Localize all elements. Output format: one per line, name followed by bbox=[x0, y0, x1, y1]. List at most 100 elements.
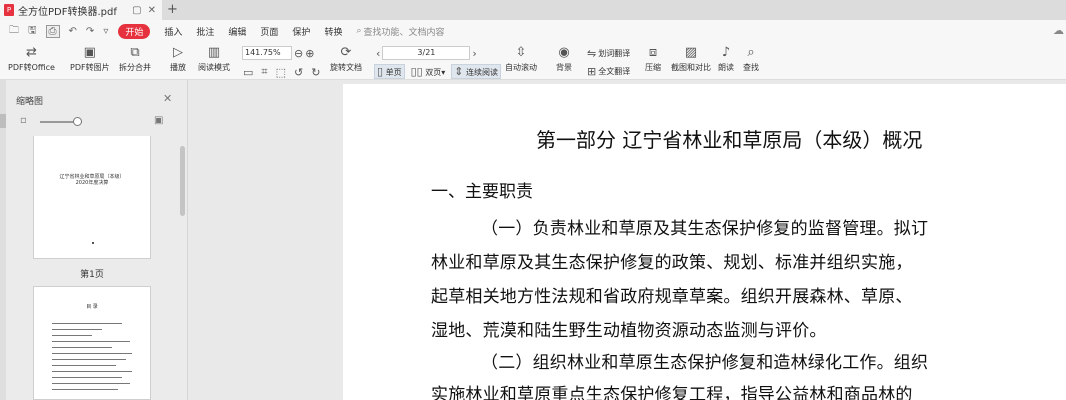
pdf-to-image-label: PDF转图片 bbox=[70, 63, 110, 72]
menu-page[interactable]: 页面 bbox=[260, 25, 278, 38]
slider-knob[interactable] bbox=[73, 117, 82, 126]
pdf-to-office-button[interactable]: ⇄ PDF转Office bbox=[8, 44, 55, 73]
start-menu-button[interactable]: 开始 bbox=[118, 23, 151, 39]
eye-icon: ◉ bbox=[558, 44, 570, 60]
menu-annotate[interactable]: 批注 bbox=[196, 25, 214, 38]
read-aloud-icon: ♪ bbox=[721, 44, 731, 60]
search-placeholder: 查找功能、文档内容 bbox=[363, 27, 445, 38]
small-image-icon: ▫ bbox=[20, 115, 27, 126]
side-strip bbox=[0, 80, 6, 400]
screenshot-compare-label: 截图和对比 bbox=[671, 63, 711, 72]
full-translate-button[interactable]: ⊞ 全文翻译 bbox=[587, 65, 630, 78]
zoom-input[interactable]: 141.75% bbox=[242, 46, 292, 60]
rotate-doc-label: 旋转文档 bbox=[330, 63, 362, 72]
toc-line bbox=[52, 329, 102, 330]
screenshot-compare-button[interactable]: ▨ 截图和对比 bbox=[671, 44, 711, 73]
restore-icon[interactable]: ▢ bbox=[132, 5, 141, 16]
thumbnail-size-slider[interactable]: ▫ ▣ bbox=[20, 115, 168, 129]
toolbar: ⇄ PDF转Office ▣ PDF转图片 ⧉ 拆分合并 ▷ 播放 ▥ 阅读模式… bbox=[0, 42, 1066, 80]
rotate-left-icon[interactable]: ↺ bbox=[294, 66, 303, 79]
undo-icon[interactable]: ↶ bbox=[69, 26, 77, 37]
toc-line bbox=[52, 323, 122, 324]
split-merge-button[interactable]: ⧉ 拆分合并 bbox=[119, 44, 151, 73]
close-pane-icon[interactable]: ✕ bbox=[163, 92, 172, 105]
play-label: 播放 bbox=[170, 63, 186, 72]
search-box[interactable]: ⌕ 查找功能、文档内容 bbox=[356, 25, 444, 38]
app-window: P 全方位PDF转换器.pdf ▢ ✕ + 🗀 🖫 ⎙ ↶ ↷ ▿ 开始 插入 … bbox=[0, 0, 1066, 400]
toc-line bbox=[52, 335, 92, 336]
page-nav: ‹ 3/21 › bbox=[376, 46, 477, 60]
paragraph-line: 实施林业和草原重点生态保护修复工程，指导公益林和商品林的 bbox=[431, 385, 913, 400]
view-tools: ▭ ⌗ ⬚ ↺ ↻ bbox=[243, 65, 320, 79]
auto-scroll-icon: ⇳ bbox=[515, 44, 527, 60]
save-icon[interactable]: 🖫 bbox=[28, 23, 37, 40]
toc-line bbox=[52, 389, 118, 390]
paragraph-line: （一）负责林业和草原及其生态保护修复的监督管理。拟订 bbox=[481, 219, 929, 239]
toc-line bbox=[52, 341, 130, 342]
menu-edit[interactable]: 编辑 bbox=[228, 25, 246, 38]
thumbnail-scrollbar[interactable] bbox=[180, 146, 185, 216]
read-mode-label: 阅读模式 bbox=[198, 63, 230, 72]
page-input[interactable]: 3/21 bbox=[382, 46, 471, 60]
search-icon: ⌕ bbox=[356, 26, 362, 36]
redo-icon[interactable]: ↷ bbox=[86, 26, 94, 37]
rotate-doc-button[interactable]: ⟳ 旋转文档 bbox=[330, 44, 362, 73]
background-button[interactable]: ◉ 背景 bbox=[556, 44, 572, 73]
cloud-sync-icon[interactable]: ☁ bbox=[1053, 24, 1064, 37]
fit-page-icon[interactable]: ▭ bbox=[243, 66, 253, 79]
section-heading: 一、主要职责 bbox=[431, 182, 533, 202]
compress-button[interactable]: ⧈ 压缩 bbox=[645, 44, 661, 73]
split-merge-label: 拆分合并 bbox=[119, 63, 151, 72]
paragraph-line: （二）组织林业和草原生态保护修复和造林绿化工作。组织 bbox=[481, 353, 929, 373]
paragraph-line: 起草相关地方性法规和省政府规章草案。组织开展森林、草原、 bbox=[431, 287, 913, 307]
quick-access: 🗀 🖫 ⎙ ↶ ↷ ▿ bbox=[9, 23, 108, 40]
document-tab[interactable]: P 全方位PDF转换器.pdf ▢ ✕ bbox=[0, 0, 162, 20]
word-translate-button[interactable]: ⇋ 划词翻译 bbox=[587, 47, 630, 60]
layout-modes: ▯ 单页 ▯▯ 双页▾ ⇕ 连续阅读 bbox=[374, 64, 502, 79]
menu-insert[interactable]: 插入 bbox=[164, 25, 182, 38]
play-icon: ▷ bbox=[173, 44, 183, 60]
zoom-out-icon[interactable]: ⊖ bbox=[294, 47, 303, 60]
prev-page-icon[interactable]: ‹ bbox=[376, 47, 380, 60]
menu-protect[interactable]: 保护 bbox=[292, 25, 310, 38]
read-aloud-button[interactable]: ♪ 朗读 bbox=[718, 44, 734, 73]
word-translate-label: 划词翻译 bbox=[598, 49, 631, 58]
pdf-convert-icon: ⇄ bbox=[26, 44, 37, 60]
menu-convert[interactable]: 转换 bbox=[324, 25, 342, 38]
thumbnail-page-2[interactable]: 目 录 bbox=[33, 286, 151, 400]
double-page-button[interactable]: ▯▯ 双页▾ bbox=[411, 65, 446, 78]
side-strip-marker[interactable] bbox=[0, 114, 6, 128]
thumbnail-page-2-heading: 目 录 bbox=[86, 304, 98, 310]
single-page-button[interactable]: ▯ 单页 bbox=[374, 64, 405, 79]
select-icon[interactable]: ⬚ bbox=[276, 66, 286, 79]
print-icon[interactable]: ⎙ bbox=[45, 24, 60, 38]
continuous-button[interactable]: ⇕ 连续阅读 bbox=[451, 64, 502, 79]
thumbnail-pane-title: 缩略图 bbox=[16, 97, 44, 107]
auto-scroll-label: 自动滚动 bbox=[505, 63, 537, 72]
add-tab-button[interactable]: + bbox=[167, 2, 178, 17]
fit-width-icon[interactable]: ⌗ bbox=[261, 65, 267, 79]
thumbnail-page-1[interactable]: 辽宁省林业和草原局（本级） 2020年度决算 bbox=[33, 136, 151, 259]
close-tab-icon[interactable]: ✕ bbox=[148, 5, 156, 16]
pdf-to-image-button[interactable]: ▣ PDF转图片 bbox=[70, 44, 110, 73]
open-icon[interactable]: 🗀 bbox=[9, 23, 19, 40]
find-button[interactable]: ⌕ 查找 bbox=[743, 44, 759, 73]
continuous-label: 连续阅读 bbox=[466, 68, 499, 77]
toc-line bbox=[52, 371, 132, 372]
play-button[interactable]: ▷ 播放 bbox=[170, 44, 186, 73]
large-image-icon: ▣ bbox=[154, 115, 164, 126]
next-page-icon[interactable]: › bbox=[472, 47, 476, 60]
rotate-doc-icon: ⟳ bbox=[340, 44, 352, 60]
zoom-in-icon[interactable]: ⊕ bbox=[305, 47, 314, 60]
auto-scroll-button[interactable]: ⇳ 自动滚动 bbox=[505, 44, 537, 73]
word-translate-icon: ⇋ bbox=[587, 47, 597, 60]
rotate-right-icon[interactable]: ↻ bbox=[311, 66, 320, 79]
compress-label: 压缩 bbox=[645, 63, 661, 72]
double-page-label: 双页 bbox=[425, 68, 442, 77]
tab-bar: P 全方位PDF转换器.pdf ▢ ✕ + bbox=[0, 0, 1066, 20]
dropdown-icon[interactable]: ▿ bbox=[103, 26, 108, 37]
read-mode-button[interactable]: ▥ 阅读模式 bbox=[198, 44, 230, 73]
paragraph-line: 林业和草原及其生态保护修复的政策、规划、标准并组织实施， bbox=[431, 253, 913, 273]
paragraph-line: 湿地、荒漠和陆生野生动植物资源动态监测与评价。 bbox=[431, 321, 827, 341]
screenshot-icon: ▨ bbox=[684, 44, 698, 60]
